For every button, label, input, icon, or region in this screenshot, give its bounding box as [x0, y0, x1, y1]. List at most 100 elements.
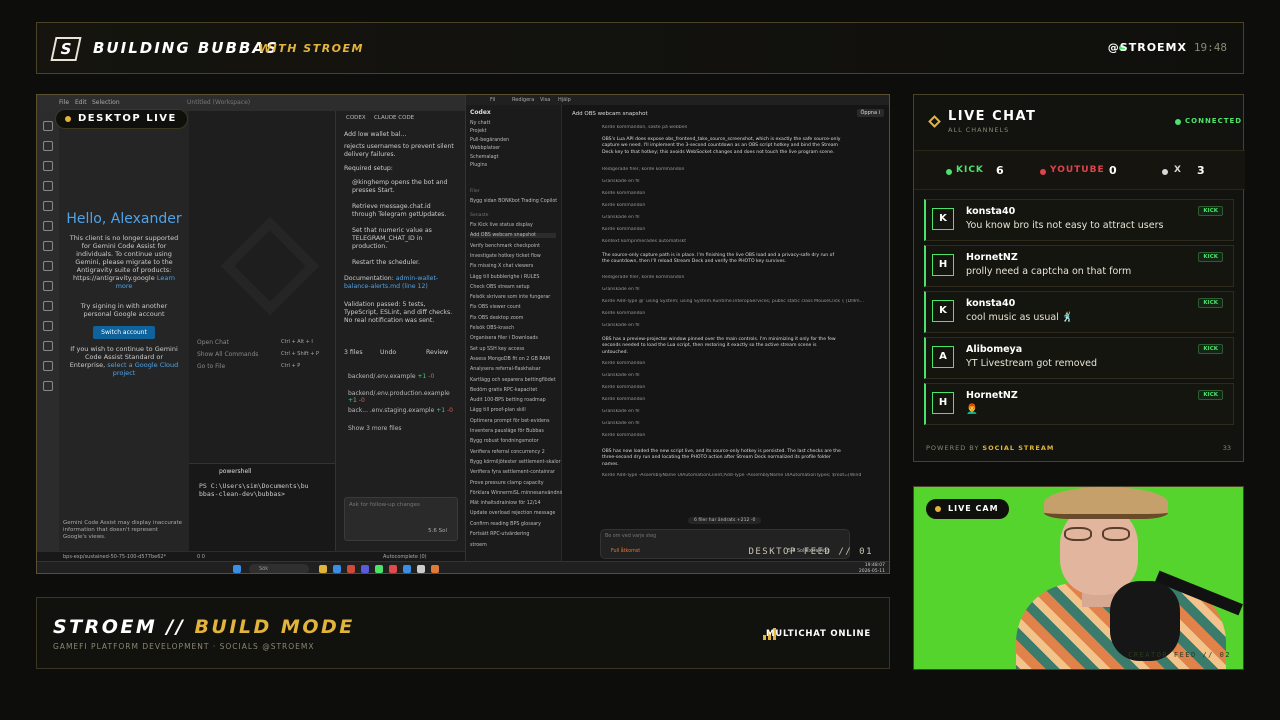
- remote-icon[interactable]: [43, 221, 53, 231]
- start-icon[interactable]: [233, 565, 241, 573]
- thread-item[interactable]: Verifiera referral concurrency 2: [470, 450, 545, 455]
- sidebar-nav-item[interactable]: Webbplatser: [470, 146, 500, 151]
- menu-edit[interactable]: Edit: [75, 99, 87, 106]
- obs-icon[interactable]: [389, 565, 397, 573]
- vscode-icon[interactable]: [403, 565, 411, 573]
- source-control-icon[interactable]: [43, 161, 53, 171]
- tab-codex[interactable]: CODEX: [346, 115, 366, 121]
- thread-item[interactable]: Bygg robust fondningsmotor: [470, 439, 539, 444]
- thread-item[interactable]: Investigate hotkey ticket flow: [470, 254, 541, 259]
- sidebar-nav-item[interactable]: Schemalagt: [470, 155, 498, 160]
- thread-item[interactable]: Prove pressure clamp capacity: [470, 481, 544, 486]
- terminal-tab[interactable]: powershell: [219, 468, 252, 475]
- terminal-panel[interactable]: powershell PS C:\Users\sim\Documents\bu …: [189, 463, 335, 551]
- codex-icon[interactable]: [417, 565, 425, 573]
- app-icon[interactable]: [431, 565, 439, 573]
- thread-item[interactable]: Verifiera fyra settlement-containrar: [470, 470, 555, 475]
- log-line[interactable]: Körde kommandon: [602, 203, 880, 208]
- thread-item[interactable]: Lägg till proof-plan skill: [470, 408, 526, 413]
- chrome-icon[interactable]: [347, 565, 355, 573]
- thread-item[interactable]: Bedöm gratis RPC-kapacitet: [470, 388, 537, 393]
- sidebar-nav-item[interactable]: Ny chatt: [470, 121, 490, 126]
- log-line[interactable]: Granskade en fil: [602, 179, 880, 184]
- sidebar-nav-item[interactable]: Plugins: [470, 163, 487, 168]
- log-line[interactable]: Granskade en fil: [602, 409, 880, 414]
- cmd-open-chat[interactable]: Open Chat: [197, 339, 229, 346]
- search-icon[interactable]: [43, 141, 53, 151]
- log-line[interactable]: Granskade en fil: [602, 373, 880, 378]
- thread-item[interactable]: Fortsätt RPC-utvärdering: [470, 532, 529, 537]
- thread-item[interactable]: Add OBS webcam snapshot: [470, 233, 556, 239]
- menu-selection[interactable]: Selection: [92, 99, 120, 106]
- thread-item[interactable]: Kartlägg och separera bettingflödet: [470, 378, 556, 383]
- pinned-thread[interactable]: Bygg sidan BONKbot Trading Copilot: [470, 199, 557, 204]
- thread-item[interactable]: Confirm reading BPS glossary: [470, 522, 541, 527]
- log-line[interactable]: Granskade en fil: [602, 287, 880, 292]
- lightning-icon[interactable]: [43, 241, 53, 251]
- thread-item[interactable]: Lägg till bubblerighe i RULES: [470, 275, 539, 280]
- menu-redigera[interactable]: Redigera: [512, 97, 534, 103]
- cloud-project-link[interactable]: select a Google Cloud project: [107, 361, 178, 377]
- problems-count[interactable]: 0 0: [197, 554, 205, 560]
- autocomplete-status[interactable]: Autocomplete (0): [383, 554, 427, 560]
- log-line[interactable]: Granskade en fil: [602, 215, 880, 220]
- log-line[interactable]: Körde Add-Type @' using System; using Sy…: [602, 299, 880, 304]
- sidebar-nav-item[interactable]: Pull-begäranden: [470, 138, 509, 143]
- thread-item[interactable]: Fix Kick live status display: [470, 223, 533, 228]
- tab-claude-code[interactable]: CLAUDE CODE: [374, 115, 414, 121]
- log-line[interactable]: Granskade en fil: [602, 323, 880, 328]
- thread-item[interactable]: Inventera pausläge för Bubbas: [470, 429, 544, 434]
- puzzle-icon[interactable]: [43, 301, 53, 311]
- log-line[interactable]: Körde kommandon: [602, 361, 880, 366]
- cmd-show-all[interactable]: Show All Commands: [197, 351, 258, 358]
- taskbar-search[interactable]: Sök: [249, 564, 309, 573]
- access-level[interactable]: Full åtkomst: [611, 549, 640, 554]
- thread-item[interactable]: Update overload rejection message: [470, 511, 555, 516]
- thread-item[interactable]: Bygg körmiljötester settlement-skalor: [470, 460, 561, 465]
- thread-item[interactable]: Mät inhaltsdrainiow för 12/14: [470, 501, 541, 506]
- gemini-icon[interactable]: [43, 381, 53, 391]
- log-line[interactable]: Redigerade filer, körde kommandon: [602, 275, 880, 280]
- log-line[interactable]: Redigerade filer, körde kommandon: [602, 167, 880, 172]
- menu-hjalp[interactable]: Hjälp: [558, 97, 571, 103]
- review-button[interactable]: Review: [426, 349, 456, 357]
- cmd-go-to-file[interactable]: Go to File: [197, 363, 225, 370]
- menu-file[interactable]: File: [59, 99, 69, 106]
- log-line[interactable]: Körde kommandon: [602, 227, 880, 232]
- database-icon[interactable]: [43, 281, 53, 291]
- show-more-files[interactable]: Show 3 more files: [348, 425, 456, 432]
- git-branch[interactable]: bps-exp/sustained-50-75-100-d577be62*: [63, 554, 166, 560]
- thread-item[interactable]: Fix missing X chat viewers: [470, 264, 533, 269]
- diff-row[interactable]: backend/.env.production.example +1 -0: [348, 390, 456, 404]
- list-icon[interactable]: [43, 361, 53, 371]
- log-line[interactable]: Kontext komprimerades automatiskt: [602, 239, 880, 244]
- mongodb-icon[interactable]: [43, 261, 53, 271]
- file-explorer-icon[interactable]: [319, 565, 327, 573]
- thread-item[interactable]: Organisera filer i Downloads: [470, 336, 538, 341]
- thread-item[interactable]: Audit 100-BPS betting roadmap: [470, 398, 546, 403]
- switch-account-button[interactable]: Switch account: [93, 326, 155, 339]
- run-debug-icon[interactable]: [43, 181, 53, 191]
- thread-item[interactable]: Assess MongoDB fit on 2 GB RAM: [470, 357, 550, 362]
- log-line[interactable]: Körde kommandon: [602, 433, 880, 438]
- log-line[interactable]: Körde kommandon: [602, 385, 880, 390]
- undo-button[interactable]: Undo: [380, 349, 410, 357]
- log-line[interactable]: Granskade en fil: [602, 421, 880, 426]
- files-changed-pill[interactable]: 6 filer har ändrats +212 -0: [688, 517, 762, 524]
- thread-item[interactable]: Förklara WinnermiSL minnesanvändning: [470, 491, 567, 496]
- graph-icon[interactable]: [43, 321, 53, 331]
- discord-icon[interactable]: [361, 565, 369, 573]
- diff-row[interactable]: backend/.env.example +1 -0: [348, 373, 456, 380]
- thread-item[interactable]: Set up SSH key access: [470, 347, 524, 352]
- agent-input[interactable]: Ask for follow-up changes 5.6 Sol: [344, 497, 458, 541]
- user-account[interactable]: stroem: [470, 543, 487, 548]
- thread-item[interactable]: Felsök skrivare som inte fungerar: [470, 295, 550, 300]
- log-line[interactable]: Körde kommandon: [602, 397, 880, 402]
- open-in-button[interactable]: Öppna i: [856, 109, 884, 117]
- thread-item[interactable]: Check OBS stream setup: [470, 285, 530, 290]
- diff-row[interactable]: back... .env.staging.example +1 -0: [348, 407, 456, 414]
- thread-item[interactable]: Optimera prompt för bet-evidens: [470, 419, 549, 424]
- log-line[interactable]: Körde kommandon: [602, 311, 880, 316]
- sparkle-icon[interactable]: [43, 341, 53, 351]
- edge-icon[interactable]: [333, 565, 341, 573]
